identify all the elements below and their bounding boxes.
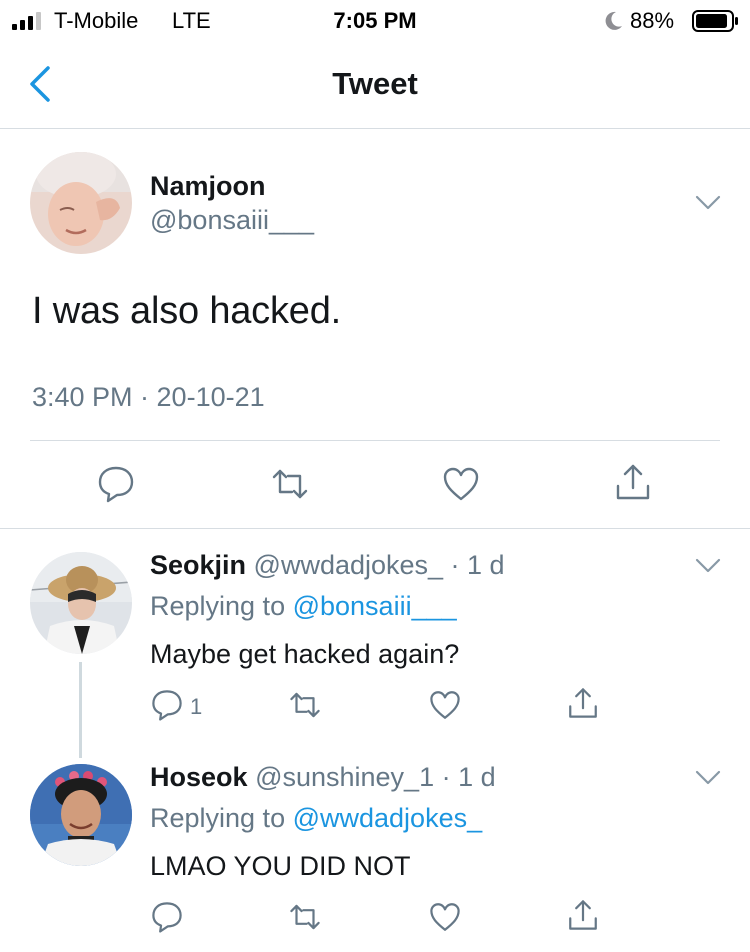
- author-name[interactable]: Hoseok: [150, 762, 248, 792]
- avatar[interactable]: [30, 152, 132, 254]
- chevron-down-icon[interactable]: [695, 770, 721, 786]
- tweet-text: I was also hacked.: [32, 290, 342, 332]
- like-icon[interactable]: [428, 688, 462, 722]
- section-divider: [0, 528, 750, 529]
- reply-header: Hoseok @sunshiney_1 · 1 d: [150, 762, 496, 793]
- replying-to-link[interactable]: @wwdadjokes_: [293, 803, 483, 833]
- avatar[interactable]: [30, 552, 132, 654]
- chevron-down-icon[interactable]: [695, 558, 721, 574]
- avatar-image: [30, 552, 132, 654]
- header-divider: [0, 128, 750, 129]
- retweet-icon[interactable]: [288, 688, 322, 722]
- share-icon[interactable]: [566, 898, 600, 932]
- page-title: Tweet: [332, 66, 418, 101]
- battery-icon: [692, 10, 738, 32]
- reply-icon[interactable]: [150, 900, 184, 934]
- tweet-timestamp: 3:40 PM · 20-10-21: [32, 382, 265, 412]
- reply-count: 1: [190, 694, 203, 719]
- thread-connector: [79, 662, 82, 758]
- like-icon[interactable]: [441, 464, 481, 504]
- reply-icon[interactable]: [96, 464, 136, 504]
- retweet-icon[interactable]: [270, 464, 310, 504]
- reply-header: Seokjin @wwdadjokes_ · 1 d: [150, 550, 505, 581]
- avatar[interactable]: [30, 764, 132, 866]
- status-bar: T-Mobile LTE 7:05 PM 88%: [0, 0, 750, 40]
- chevron-down-icon[interactable]: [695, 195, 721, 211]
- author-name[interactable]: Namjoon: [150, 171, 266, 202]
- share-icon[interactable]: [613, 462, 653, 502]
- like-icon[interactable]: [428, 900, 462, 934]
- author-handle[interactable]: @bonsaiii___: [150, 205, 314, 236]
- avatar-image: [30, 764, 132, 866]
- retweet-icon[interactable]: [288, 900, 322, 934]
- replying-to-link[interactable]: @bonsaiii___: [293, 591, 457, 621]
- replying-to-prefix: Replying to: [150, 591, 293, 621]
- reply-text: LMAO YOU DID NOT: [150, 851, 411, 881]
- replying-to-line: Replying to @wwdadjokes_: [150, 803, 482, 834]
- author-handle-meta[interactable]: @sunshiney_1 · 1 d: [255, 762, 496, 792]
- share-icon[interactable]: [566, 686, 600, 720]
- author-handle-meta[interactable]: @wwdadjokes_ · 1 d: [254, 550, 505, 580]
- tweet-divider: [30, 440, 720, 441]
- author-name[interactable]: Seokjin: [150, 550, 246, 580]
- replying-to-line: Replying to @bonsaiii___: [150, 591, 457, 622]
- battery-percent: 88%: [630, 8, 675, 33]
- replying-to-prefix: Replying to: [150, 803, 293, 833]
- moon-icon: [605, 11, 622, 30]
- reply-text: Maybe get hacked again?: [150, 639, 460, 669]
- avatar-image: [30, 152, 132, 254]
- reply-icon[interactable]: [150, 688, 184, 722]
